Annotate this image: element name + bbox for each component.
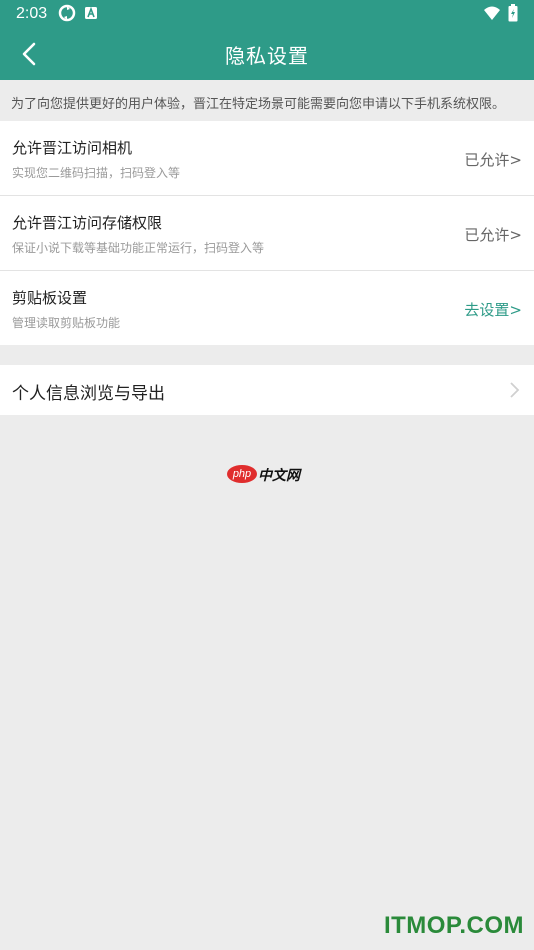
a-badge-icon	[85, 6, 97, 19]
permission-list: 允许晋江访问相机 实现您二维码扫描，扫码登入等 已允许> 允许晋江访问存储权限 …	[0, 121, 534, 345]
header: 2:03 隐私设置	[0, 0, 534, 80]
page-title: 隐私设置	[225, 44, 309, 68]
logo-badge: php	[227, 465, 257, 483]
permission-title: 剪贴板设置	[12, 289, 88, 307]
status-time: 2:03	[16, 5, 48, 22]
app-bar: 隐私设置	[0, 28, 534, 80]
chevron-right-icon	[510, 382, 520, 398]
permission-desc: 管理读取剪贴板功能	[12, 316, 121, 330]
wifi-icon	[484, 6, 500, 20]
permission-desc: 保证小说下载等基础功能正常运行，扫码登入等	[12, 241, 265, 255]
personal-info-export-row[interactable]: 个人信息浏览与导出	[0, 365, 534, 415]
logo-text: 中文网	[258, 468, 300, 484]
permission-item-storage[interactable]: 允许晋江访问存储权限 保证小说下载等基础功能正常运行，扫码登入等 已允许>	[0, 195, 534, 270]
permission-title: 允许晋江访问存储权限	[12, 214, 163, 232]
battery-icon	[508, 4, 518, 22]
permission-notice: 为了向您提供更好的用户体验，晋江在特定场景可能需要向您申请以下手机系统权限。	[0, 80, 534, 121]
permission-title: 允许晋江访问相机	[12, 139, 133, 157]
permission-status[interactable]: 已允许>	[464, 224, 522, 245]
notice-text: 为了向您提供更好的用户体验，晋江在特定场景可能需要向您申请以下手机系统权限。	[11, 97, 506, 112]
permission-item-clipboard[interactable]: 剪贴板设置 管理读取剪贴板功能 去设置>	[0, 270, 534, 345]
sync-icon	[58, 4, 76, 22]
status-bar: 2:03	[0, 0, 534, 28]
permission-item-camera[interactable]: 允许晋江访问相机 实现您二维码扫描，扫码登入等 已允许>	[0, 121, 534, 195]
permission-status[interactable]: 去设置>	[464, 299, 522, 320]
personal-info-export-label: 个人信息浏览与导出	[12, 384, 165, 404]
permission-status[interactable]: 已允许>	[464, 149, 522, 170]
site-watermark: ITMOP.COM	[383, 912, 524, 939]
php-cn-logo: php 中文网	[227, 463, 309, 485]
permission-desc: 实现您二维码扫描，扫码登入等	[12, 166, 181, 180]
